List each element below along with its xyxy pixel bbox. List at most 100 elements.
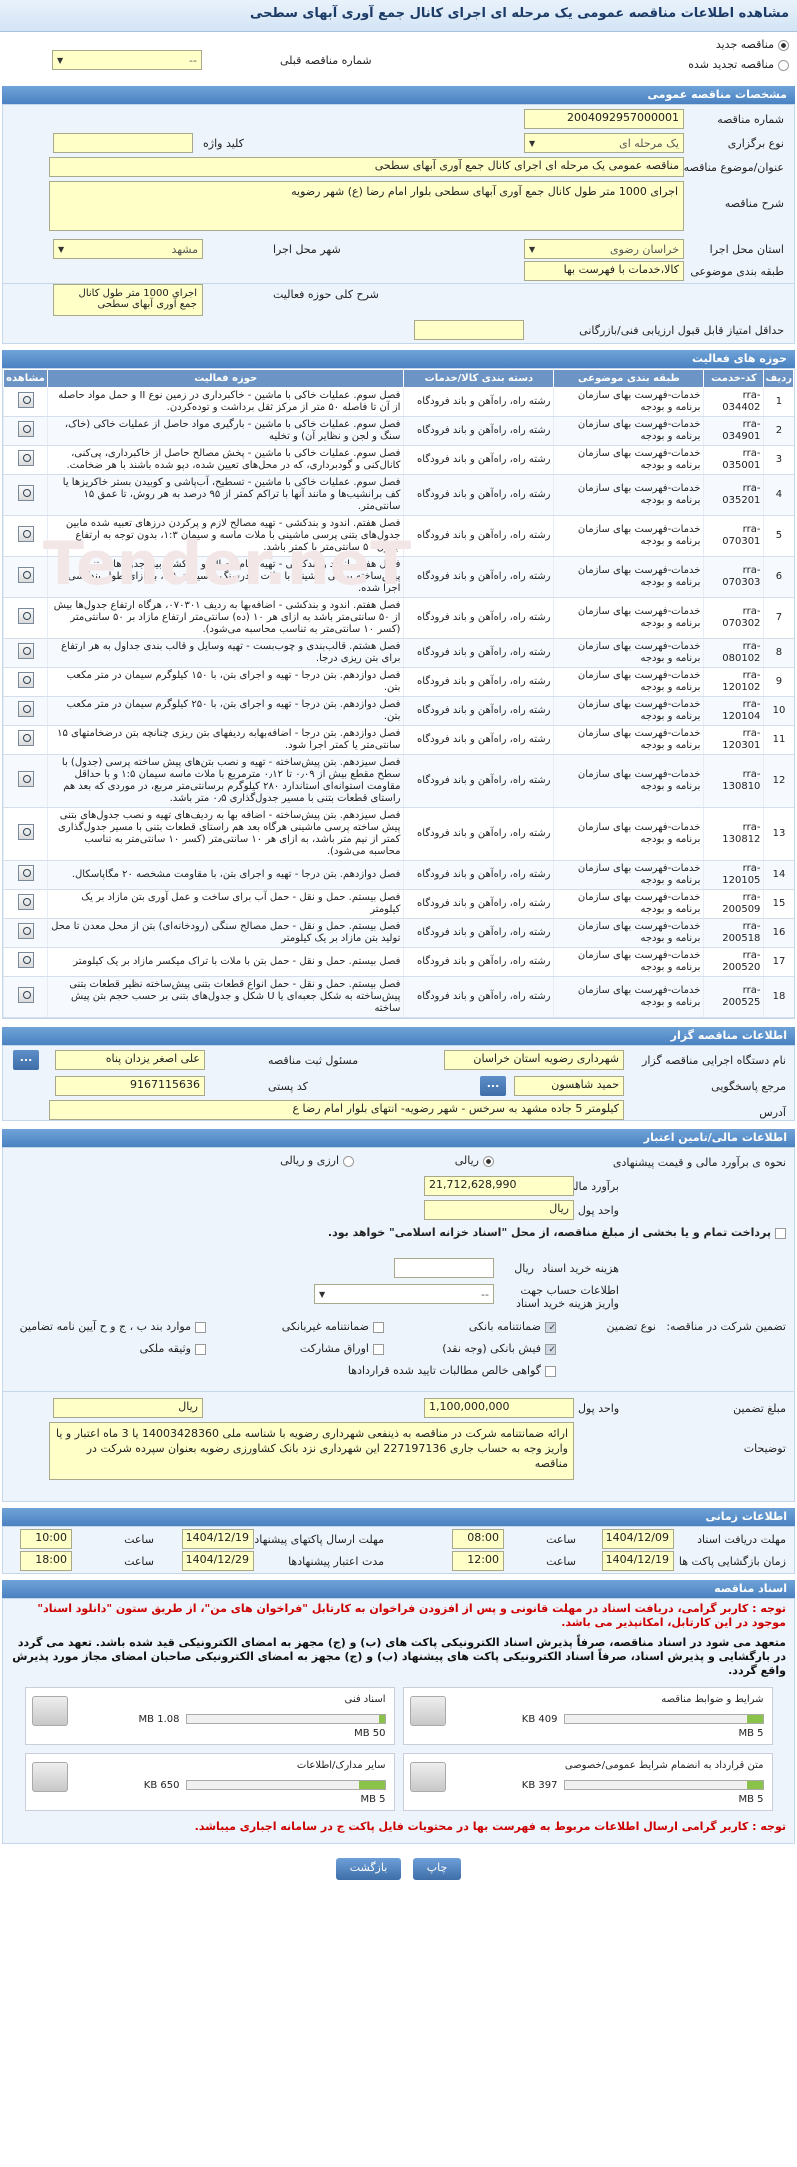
prev-tender-select[interactable]: -- ▼ [52, 50, 202, 70]
view-details-icon[interactable] [17, 485, 34, 501]
checkbox[interactable] [545, 1321, 556, 1333]
doc-used-size: 397 KB [521, 1780, 558, 1791]
resp-lookup-button[interactable]: ... [13, 1050, 39, 1070]
ref-field[interactable]: حمید شاهسون [514, 1076, 624, 1096]
dropdown-arrow-icon: ▼ [58, 244, 65, 254]
number-field[interactable]: 2004092957000001 [524, 109, 684, 129]
row-number: 16 [763, 918, 794, 948]
opt-nonbank-guarantee[interactable]: ضمانتنامه غیربانکی [282, 1320, 384, 1333]
view-details-icon[interactable] [17, 567, 34, 583]
keyword-field[interactable] [53, 133, 193, 153]
view-details-icon[interactable] [17, 450, 34, 466]
send-time[interactable]: 10:00 [20, 1529, 72, 1549]
view-details-icon[interactable] [17, 894, 34, 910]
view-details-icon[interactable] [17, 526, 34, 542]
view-details-icon[interactable] [17, 421, 34, 437]
city-select[interactable]: مشهد ▼ [53, 239, 203, 259]
doc-fee-field[interactable] [394, 1258, 494, 1278]
open-date[interactable]: 1404/12/19 [602, 1551, 674, 1571]
checkbox[interactable] [545, 1365, 556, 1377]
guarantee-desc-field[interactable]: ارائه ضمانتنامه شرکت در مناقصه به ذینفعی… [49, 1422, 574, 1480]
doc-card[interactable]: شرایط و ضوابط مناقصه 409 KB 5 MB [402, 1687, 773, 1745]
activity-row: 4 rra-035201 خدمات-فهرست بهای سازمان برنام… [3, 474, 794, 516]
status-renewed-radio[interactable] [778, 59, 789, 71]
watermark-logo: Tender.neT [43, 529, 412, 599]
activity-scope: فصل دوازدهم. بتن درجا - تهیه و اجرای بتن… [46, 860, 404, 890]
estimate-field[interactable]: 21,712,628,990 [424, 1176, 574, 1196]
opt-cash-slip[interactable]: فیش بانکی (وجه نقد) [442, 1342, 556, 1355]
view-details-icon[interactable] [17, 730, 34, 746]
doc-card[interactable]: اسناد فنی 1.08 MB 50 MB [24, 1687, 395, 1745]
bottom-buttons: چاپ بازگشت [0, 1844, 797, 1894]
status-area: مناقصه جدید مناقصه تجدید شده شماره مناقص… [0, 32, 797, 80]
view-cell [3, 947, 48, 977]
opt-bylaw-items[interactable]: موارد بند ب ، ج و ح آیین نامه تضامین [20, 1320, 206, 1333]
status-new-option[interactable]: مناقصه جدید [716, 38, 789, 51]
method-mixed-option[interactable]: ارزی و ریالی [280, 1154, 354, 1167]
ref-lookup-button[interactable]: ... [480, 1076, 506, 1096]
method-mixed-radio[interactable] [343, 1155, 354, 1167]
doc-card[interactable]: سایر مدارک/اطلاعات 650 KB 5 MB [24, 1753, 395, 1811]
amount-unit-field[interactable]: ریال [53, 1398, 203, 1418]
checkbox[interactable] [195, 1321, 206, 1333]
view-details-icon[interactable] [17, 608, 34, 624]
type-select[interactable]: یک مرحله ای ▼ [524, 133, 684, 153]
doc-card[interactable]: متن قرارداد به انضمام شرایط عمومی/خصوصی 3… [402, 1753, 773, 1811]
view-details-icon[interactable] [17, 392, 34, 408]
postal-field[interactable]: 9167115636 [55, 1076, 205, 1096]
amount-field[interactable]: 1,100,000,000 [424, 1398, 574, 1418]
doc-usage-bar [563, 1714, 764, 1724]
status-new-radio[interactable] [778, 39, 789, 51]
doc-usage-bar [185, 1780, 386, 1790]
print-button[interactable]: چاپ [412, 1858, 462, 1880]
checkbox[interactable] [373, 1343, 384, 1355]
col-code: کد-خدمت [703, 369, 765, 388]
view-details-icon[interactable] [17, 771, 34, 787]
opt-bonds[interactable]: اوراق مشارکت [300, 1342, 384, 1355]
view-details-icon[interactable] [17, 643, 34, 659]
org-field[interactable]: شهرداری رضویه استان خراسان [444, 1050, 624, 1070]
checkbox[interactable] [373, 1321, 384, 1333]
view-details-icon[interactable] [17, 824, 34, 840]
view-details-icon[interactable] [17, 865, 34, 881]
view-details-icon[interactable] [17, 952, 34, 968]
view-details-icon[interactable] [17, 923, 34, 939]
service-code: rra-034402 [703, 387, 764, 417]
activity-row: 17 rra-200520 خدمات-فهرست بهای سازمان برنا… [3, 947, 794, 977]
view-details-icon[interactable] [17, 672, 34, 688]
checkbox[interactable] [545, 1343, 556, 1355]
desc-field[interactable]: اجرای 1000 متر طول کانال جمع آوری آبهای … [49, 181, 684, 231]
recv-time[interactable]: 08:00 [452, 1529, 504, 1549]
service-code: rra-130812 [703, 807, 764, 861]
valid-date[interactable]: 1404/12/29 [182, 1551, 254, 1571]
valid-time[interactable]: 18:00 [20, 1551, 72, 1571]
view-details-icon[interactable] [17, 987, 34, 1003]
currency-field[interactable]: ریال [424, 1200, 574, 1220]
status-renewed-option[interactable]: مناقصه تجدید شده [688, 58, 789, 71]
send-date[interactable]: 1404/12/19 [182, 1529, 254, 1549]
category-field[interactable]: کالا،خدمات با فهرست بها [524, 261, 684, 281]
subject-field[interactable]: مناقصه عمومی یک مرحله ای اجرای کانال جمع… [49, 157, 684, 177]
treasury-checkbox[interactable] [775, 1227, 786, 1239]
open-time[interactable]: 12:00 [452, 1551, 504, 1571]
opt-bank-guarantee[interactable]: ضمانتنامه بانکی [469, 1320, 556, 1333]
folder-icon [409, 1762, 446, 1792]
province-select[interactable]: خراسان رضوی ▼ [524, 239, 684, 259]
checkbox[interactable] [195, 1343, 206, 1355]
finance-section: نحوه ی برآورد مالی و قیمت پیشنهادی ریالی… [2, 1147, 795, 1392]
doc-max-size: 5 MB [738, 1794, 764, 1805]
bank-select[interactable]: -- ▼ [314, 1284, 494, 1304]
opt-receivables[interactable]: گواهی خالص مطالبات تایید شده قراردادها [348, 1364, 556, 1377]
subject-category: خدمات-فهرست بهای سازمان برنامه و بودجه [553, 754, 704, 808]
opt-property[interactable]: وثیقه ملکی [140, 1342, 206, 1355]
method-rial-option[interactable]: ریالی [455, 1154, 494, 1167]
addr-field[interactable]: کیلومتر 5 جاده مشهد به سرخس - شهر رضویه-… [49, 1100, 624, 1120]
recv-date[interactable]: 1404/12/09 [602, 1529, 674, 1549]
back-button[interactable]: بازگشت [335, 1858, 402, 1880]
scope-field[interactable]: اجرای 1000 متر طول کانال جمع آوری آبهای … [53, 284, 203, 316]
goods-category: رشته راه، راه‌آهن و باند فرودگاه [403, 725, 554, 755]
view-details-icon[interactable] [17, 701, 34, 717]
min-score-field[interactable] [414, 320, 524, 340]
method-rial-radio[interactable] [483, 1155, 494, 1167]
resp-field[interactable]: علی اصغر یزدان پناه [55, 1050, 205, 1070]
